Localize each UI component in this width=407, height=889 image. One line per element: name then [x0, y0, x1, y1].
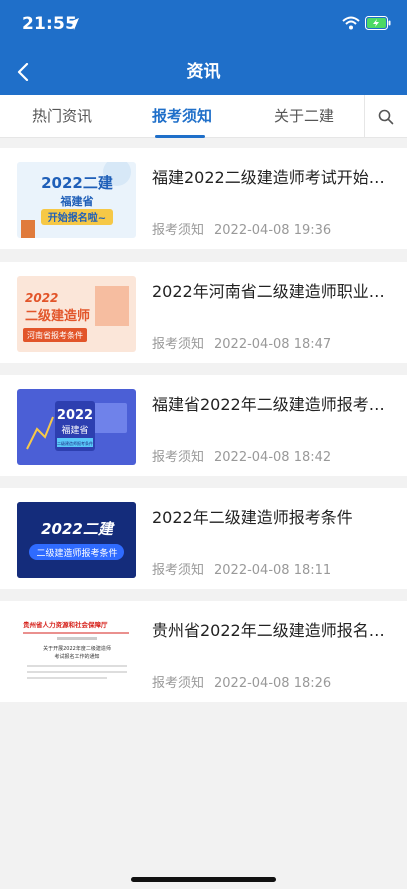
article-title: 福建2022二级建造师考试开始报名 — [152, 168, 392, 187]
article-category: 报考须知 — [152, 563, 205, 578]
svg-text:2022二建: 2022二建 — [41, 174, 114, 192]
article-title: 福建省2022年二级建造师报考条件 — [152, 395, 392, 414]
chevron-left-icon — [17, 63, 29, 81]
svg-text:2022: 2022 — [25, 291, 58, 305]
article-category: 报考须知 — [152, 450, 205, 465]
article-thumbnail: 2022二建 福建省 开始报名啦~ — [17, 162, 136, 238]
article-meta: 报考须知 2022-04-08 19:36 — [152, 219, 331, 238]
article-meta: 报考须知 2022-04-08 18:26 — [152, 672, 331, 691]
search-button[interactable] — [364, 95, 407, 138]
article-thumbnail: 2022二建 二级建造师报考条件 — [17, 502, 136, 578]
back-icon[interactable] — [12, 60, 34, 84]
tab-exam-notice[interactable]: 报考须知 — [132, 95, 232, 138]
list-item[interactable]: 2022 福建省 二级建造师报考条件 福建省2022年二级建造师报考条件 报考须… — [0, 375, 407, 476]
bottom-safe-area — [0, 856, 407, 889]
svg-text:福建省: 福建省 — [61, 424, 88, 436]
article-thumbnail: 贵州省人力资源和社会保障厅 关于开展2022年度二级建造师 考试报名工作的通知 — [17, 615, 136, 691]
svg-text:考试报名工作的通知: 考试报名工作的通知 — [54, 653, 99, 660]
home-indicator[interactable] — [131, 877, 276, 882]
article-date: 2022-04-08 18:47 — [214, 337, 332, 352]
wifi-icon — [342, 16, 360, 30]
svg-text:贵州省人力资源和社会保障厅: 贵州省人力资源和社会保障厅 — [23, 620, 108, 629]
article-title: 2022年二级建造师报考条件 — [152, 508, 353, 527]
article-title: 贵州省2022年二级建造师报名通知 — [152, 621, 392, 640]
navigation-bar: 资讯 — [0, 50, 407, 95]
svg-text:关于开展2022年度二级建造师: 关于开展2022年度二级建造师 — [43, 645, 111, 652]
article-category: 报考须知 — [152, 676, 205, 691]
app-header: 21:55 资讯 — [0, 0, 407, 95]
search-icon — [378, 109, 394, 124]
list-item[interactable]: 2022二建 二级建造师报考条件 2022年二级建造师报考条件 报考须知 2022… — [0, 488, 407, 589]
list-item[interactable]: 2022 二级建造师 河南省报考条件 2022年河南省二级建造师职业资格考试 报… — [0, 262, 407, 363]
article-date: 2022-04-08 18:11 — [214, 563, 332, 578]
article-title: 2022年河南省二级建造师职业资格考试 — [152, 282, 392, 301]
svg-text:二级建造师报考条件: 二级建造师报考条件 — [57, 440, 93, 446]
page-title: 资讯 — [186, 62, 221, 82]
svg-text:2022: 2022 — [57, 408, 93, 423]
article-meta: 报考须知 2022-04-08 18:11 — [152, 559, 331, 578]
location-arrow-icon — [67, 18, 79, 30]
article-category: 报考须知 — [152, 337, 205, 352]
article-category: 报考须知 — [152, 223, 205, 238]
tab-hot-news[interactable]: 热门资讯 — [12, 95, 112, 138]
svg-text:二级建造师报考条件: 二级建造师报考条件 — [36, 547, 117, 559]
article-date: 2022-04-08 18:42 — [214, 450, 332, 465]
article-thumbnail: 2022 福建省 二级建造师报考条件 — [17, 389, 136, 465]
status-bar: 21:55 — [0, 0, 407, 48]
article-date: 2022-04-08 19:36 — [214, 223, 332, 238]
article-meta: 报考须知 2022-04-08 18:42 — [152, 446, 331, 465]
article-date: 2022-04-08 18:26 — [214, 676, 332, 691]
list-item[interactable]: 贵州省人力资源和社会保障厅 关于开展2022年度二级建造师 考试报名工作的通知 … — [0, 601, 407, 702]
svg-text:二级建造师: 二级建造师 — [25, 308, 90, 324]
svg-text:开始报名啦~: 开始报名啦~ — [48, 211, 106, 224]
svg-text:2022二建: 2022二建 — [41, 520, 115, 538]
list-item[interactable]: 2022二建 福建省 开始报名啦~ 福建2022二级建造师考试开始报名 报考须知… — [0, 148, 407, 249]
svg-text:河南省报考条件: 河南省报考条件 — [27, 330, 83, 340]
active-tab-indicator — [155, 135, 205, 138]
category-tabs: 热门资讯 报考须知 关于二建 — [0, 95, 407, 138]
svg-text:福建省: 福建省 — [60, 194, 94, 208]
battery-icon — [365, 16, 391, 30]
tab-about[interactable]: 关于二建 — [254, 95, 354, 138]
article-meta: 报考须知 2022-04-08 18:47 — [152, 333, 331, 352]
article-thumbnail: 2022 二级建造师 河南省报考条件 — [17, 276, 136, 352]
